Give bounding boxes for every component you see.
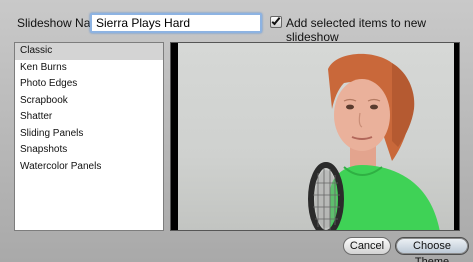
theme-list[interactable]: Classic Ken Burns Photo Edges Scrapbook …	[14, 42, 164, 231]
theme-item-snapshots[interactable]: Snapshots	[15, 142, 163, 159]
cancel-button[interactable]: Cancel	[343, 237, 391, 255]
checkmark-icon	[271, 15, 281, 26]
add-items-label[interactable]: Add selected items to new slideshow	[286, 16, 473, 44]
theme-item-photo-edges[interactable]: Photo Edges	[15, 76, 163, 93]
theme-preview	[170, 42, 460, 231]
theme-item-shatter[interactable]: Shatter	[15, 109, 163, 126]
theme-item-scrapbook[interactable]: Scrapbook	[15, 93, 163, 110]
theme-item-ken-burns[interactable]: Ken Burns	[15, 60, 163, 77]
slideshow-name-input[interactable]	[90, 13, 262, 33]
tennis-player-illustration	[308, 53, 440, 230]
add-items-checkbox[interactable]	[270, 15, 282, 28]
theme-item-watercolor-panels[interactable]: Watercolor Panels	[15, 159, 163, 176]
choose-theme-button[interactable]: Choose Theme	[395, 237, 469, 262]
theme-item-classic[interactable]: Classic	[15, 43, 163, 60]
preview-photo	[178, 43, 454, 230]
theme-item-sliding-panels[interactable]: Sliding Panels	[15, 126, 163, 143]
